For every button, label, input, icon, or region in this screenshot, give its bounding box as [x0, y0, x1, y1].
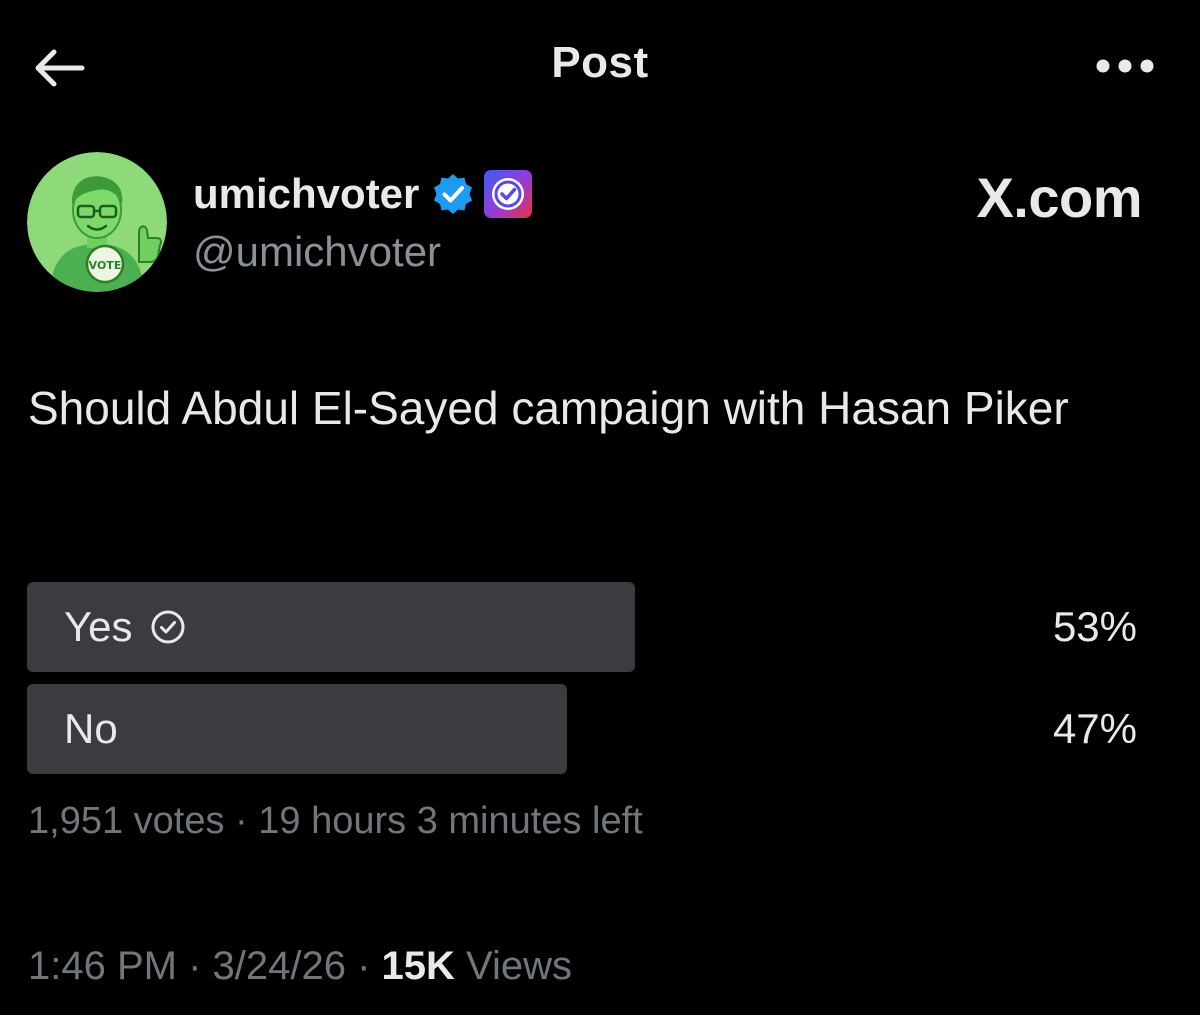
avatar-badge-text: VOTE	[89, 259, 122, 272]
poll-option-no[interactable]: No 47%	[27, 684, 1137, 774]
poll-option-text: No	[64, 705, 118, 752]
separator-dot: ·	[224, 800, 259, 842]
avatar-illustration: VOTE	[27, 152, 167, 292]
more-options-button[interactable]	[1090, 50, 1160, 82]
views-label: Views	[454, 944, 573, 988]
post-timestamp-row: 1:46 PM · 3/24/26 · 15K Views	[28, 944, 572, 989]
poll-votes: 1,951 votes	[28, 800, 225, 842]
avatar[interactable]: VOTE	[27, 152, 167, 292]
poll-option-label: Yes	[64, 582, 187, 672]
post-date[interactable]: 3/24/26	[213, 944, 346, 988]
poll-percent-yes: 53%	[1052, 603, 1137, 650]
poll-percent-no: 47%	[1052, 705, 1137, 752]
check-circle-icon	[149, 608, 187, 646]
poll-option-label: No	[64, 684, 118, 774]
separator-dot: ·	[176, 944, 213, 988]
display-name-row: umichvoter	[193, 166, 533, 222]
more-horizontal-icon	[1096, 59, 1154, 73]
top-bar: Post	[0, 0, 1200, 135]
affiliation-badge-icon[interactable]	[483, 169, 533, 219]
poll-meta: 1,951 votes · 19 hours 3 minutes left	[28, 800, 643, 843]
post-text: Should Abdul El-Sayed campaign with Hasa…	[28, 382, 1069, 434]
verified-badge-icon[interactable]	[431, 172, 475, 216]
post-time[interactable]: 1:46 PM	[28, 944, 177, 988]
display-name[interactable]: umichvoter	[193, 170, 419, 218]
user-handle[interactable]: @umichvoter	[193, 228, 441, 276]
poll-option-yes[interactable]: Yes 53%	[27, 582, 1137, 672]
views-count[interactable]: 15K	[382, 944, 455, 988]
site-watermark: X.com	[976, 166, 1142, 229]
page-title: Post	[551, 38, 649, 87]
poll-option-text: Yes	[64, 603, 133, 650]
separator-dot: ·	[345, 944, 382, 988]
poll-time-left: 19 hours 3 minutes left	[258, 800, 643, 842]
